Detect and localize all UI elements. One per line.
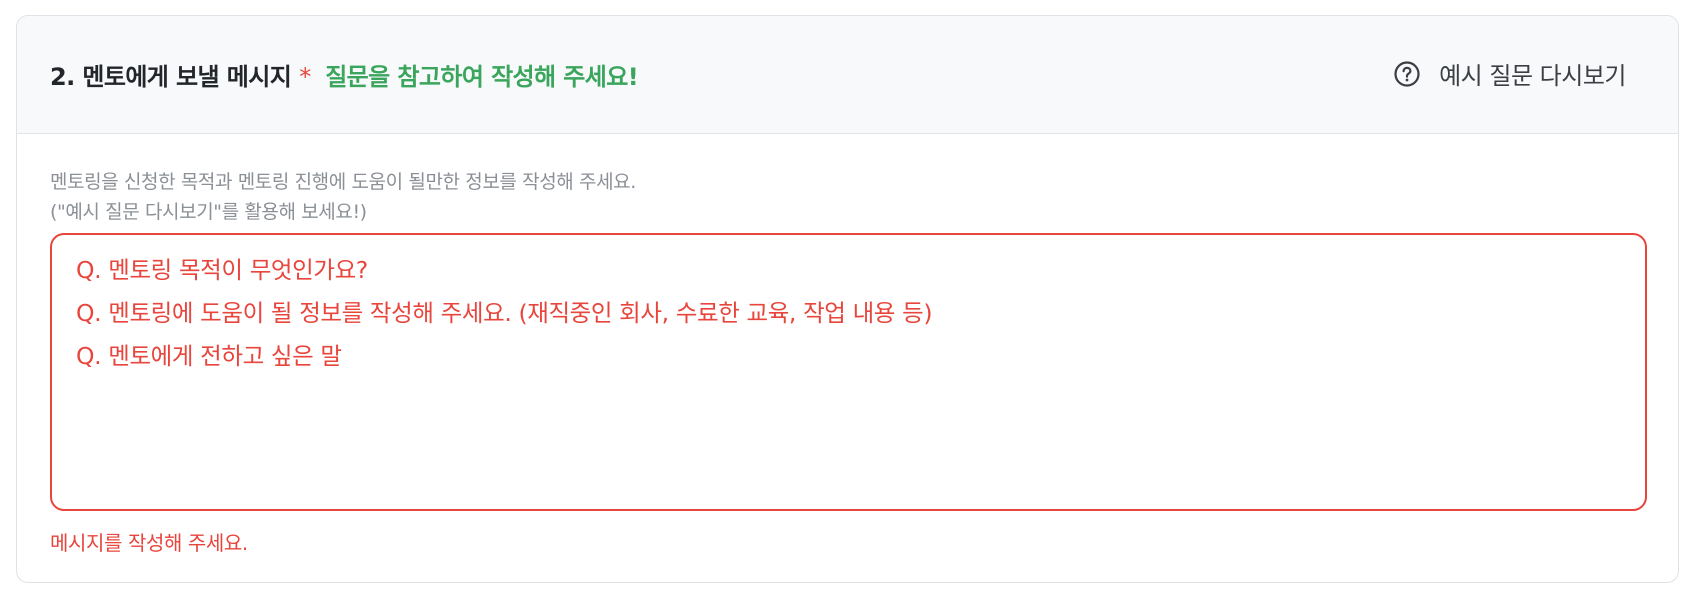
view-example-questions-label: 예시 질문 다시보기 [1439,62,1626,90]
guide-line-1: 멘토링을 신청한 목적과 멘토링 진행에 도움이 될만한 정보를 작성해 주세요… [50,171,636,193]
section-header: 2. 멘토에게 보낼 메시지 * 질문을 참고하여 작성해 주세요! 예시 질문… [17,16,1678,134]
section-hint: 질문을 참고하여 작성해 주세요! [325,63,639,91]
guide-line-2: ("예시 질문 다시보기"를 활용해 보세요!) [50,201,367,223]
message-section-card: 2. 멘토에게 보낼 메시지 * 질문을 참고하여 작성해 주세요! 예시 질문… [16,15,1679,583]
question-circle-icon [1393,60,1421,88]
placeholder-question-3: Q. 멘토에게 전하고 싶은 말 [76,342,342,370]
placeholder-question-1: Q. 멘토링 목적이 무엇인가요? [76,256,368,284]
required-mark: * [299,63,312,91]
section-title: 2. 멘토에게 보낼 메시지 [50,63,292,91]
view-example-questions-button[interactable]: 예시 질문 다시보기 [1393,56,1626,91]
section-title-row: 2. 멘토에게 보낼 메시지 * 질문을 참고하여 작성해 주세요! [50,57,639,92]
message-placeholder: Q. 멘토링 목적이 무엇인가요? Q. 멘토링에 도움이 될 정보를 작성해 … [76,249,1621,378]
placeholder-question-2: Q. 멘토링에 도움이 될 정보를 작성해 주세요. (재직중인 회사, 수료한… [76,299,933,327]
validation-error-message: 메시지를 작성해 주세요. [50,531,248,555]
guide-text: 멘토링을 신청한 목적과 멘토링 진행에 도움이 될만한 정보를 작성해 주세요… [50,167,636,227]
message-textarea[interactable]: Q. 멘토링 목적이 무엇인가요? Q. 멘토링에 도움이 될 정보를 작성해 … [50,233,1647,511]
